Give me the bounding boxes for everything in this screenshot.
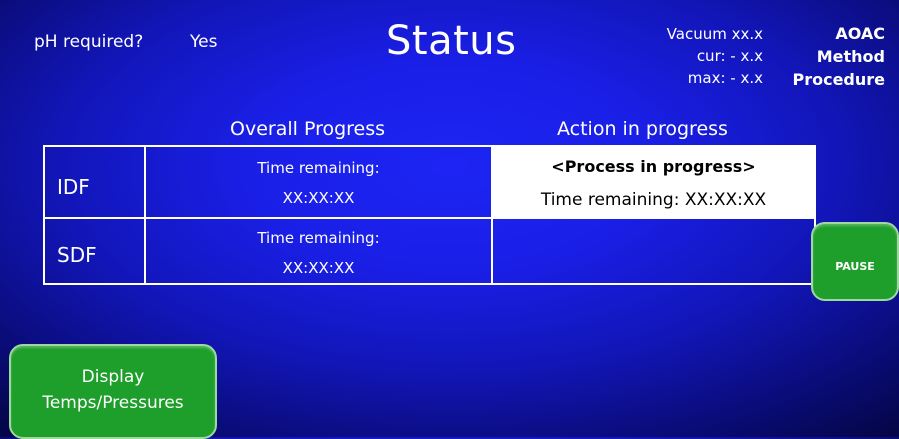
status-table: IDF Time remaining: XX:XX:XX <Process in…: [43, 145, 816, 285]
process-time-remaining: Time remaining: XX:XX:XX: [540, 190, 767, 210]
row-label-cell-sdf: SDF: [45, 219, 146, 283]
overall-progress-cell-sdf: Time remaining: XX:XX:XX: [146, 219, 493, 283]
method-line-3: Procedure: [792, 70, 885, 89]
page-title: Status: [386, 18, 517, 64]
overall-progress-header: Overall Progress: [230, 118, 386, 140]
pause-button[interactable]: PAUSE: [811, 222, 899, 301]
time-remaining-label: Time remaining:: [257, 159, 380, 177]
overall-progress-cell-idf: Time remaining: XX:XX:XX: [146, 147, 493, 219]
time-remaining-value: XX:XX:XX: [282, 189, 355, 207]
display-button-line-2: Temps/Pressures: [42, 393, 184, 413]
vacuum-readout: Vacuum xx.x: [666, 25, 763, 43]
ph-required-label: pH required?: [34, 32, 144, 52]
display-button-line-1: Display: [81, 367, 145, 387]
vacuum-max: max: - x.x: [687, 69, 763, 87]
method-line-1: AOAC: [835, 24, 885, 43]
ph-required-value: Yes: [190, 32, 218, 52]
method-line-2: Method: [816, 47, 885, 66]
display-temps-pressures-button[interactable]: Display Temps/Pressures: [9, 344, 217, 439]
time-remaining-label: Time remaining:: [257, 229, 380, 247]
method-label: AOAC Method Procedure: [765, 22, 885, 91]
action-cell-empty: [493, 219, 814, 283]
vacuum-current: cur: - x.x: [696, 47, 763, 65]
time-remaining-value: XX:XX:XX: [282, 259, 355, 277]
row-label-cell-idf: IDF: [45, 147, 146, 219]
action-cell-active: <Process in progress> Time remaining: XX…: [493, 147, 814, 219]
row-label-sdf: SDF: [57, 243, 97, 267]
pause-button-label: PAUSE: [835, 260, 875, 273]
row-label-idf: IDF: [57, 175, 90, 199]
action-in-progress-header: Action in progress: [557, 118, 728, 140]
process-status-text: <Process in progress>: [551, 157, 756, 176]
